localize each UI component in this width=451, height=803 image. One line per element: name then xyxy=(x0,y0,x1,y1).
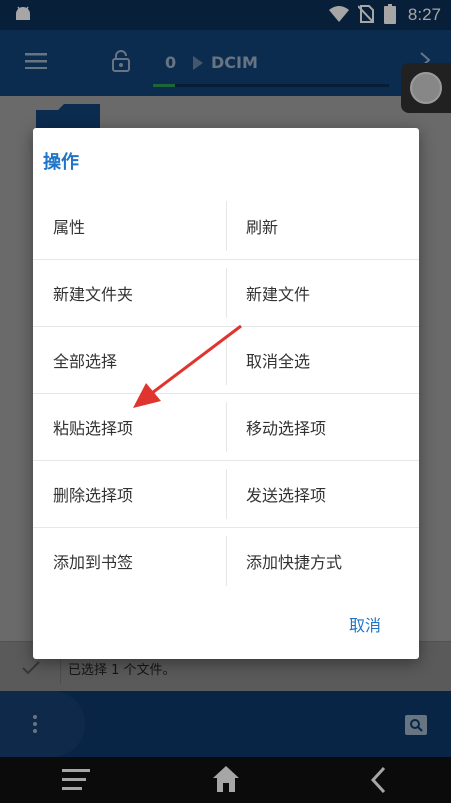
floating-assistive-button[interactable] xyxy=(401,63,451,113)
menu-icon[interactable] xyxy=(25,53,47,73)
actions-row: 属性 刷新 xyxy=(33,193,419,260)
action-paste-selection[interactable]: 粘贴选择项 xyxy=(33,394,226,460)
actions-row: 全部选择 取消全选 xyxy=(33,327,419,394)
wifi-icon xyxy=(329,6,349,26)
action-select-all[interactable]: 全部选择 xyxy=(33,327,226,393)
path-segment-dcim[interactable]: DCIM xyxy=(211,53,258,72)
path-progress xyxy=(153,84,389,87)
android-icon xyxy=(14,6,32,26)
clock-time: 8:27 xyxy=(407,5,441,24)
dialog-title: 操作 xyxy=(43,152,79,173)
more-button[interactable] xyxy=(0,691,85,757)
cancel-button[interactable]: 取消 xyxy=(349,612,381,636)
chevron-right-icon xyxy=(193,55,203,74)
app-bar: 0 DCIM xyxy=(0,30,451,96)
path-count[interactable]: 0 xyxy=(165,53,176,72)
search-icon[interactable] xyxy=(405,715,427,739)
no-sim-icon xyxy=(357,5,375,27)
action-new-folder[interactable]: 新建文件夹 xyxy=(33,260,226,326)
more-vert-icon xyxy=(33,715,37,737)
action-refresh[interactable]: 刷新 xyxy=(226,193,419,259)
battery-icon xyxy=(384,4,396,28)
actions-row: 粘贴选择项 移动选择项 xyxy=(33,394,419,461)
actions-row: 新建文件夹 新建文件 xyxy=(33,260,419,327)
bottom-toolbar xyxy=(0,691,451,757)
status-bar: 8:27 xyxy=(0,0,451,30)
lock-icon[interactable] xyxy=(112,50,130,76)
action-send-selection[interactable]: 发送选择项 xyxy=(226,461,419,527)
action-properties[interactable]: 属性 xyxy=(33,193,226,259)
action-add-shortcut[interactable]: 添加快捷方式 xyxy=(226,528,419,594)
home-icon[interactable] xyxy=(212,765,240,797)
actions-row: 删除选择项 发送选择项 xyxy=(33,461,419,528)
back-icon[interactable] xyxy=(370,766,386,798)
actions-dialog: 操作 属性 刷新 新建文件夹 新建文件 全部选择 取消全选 粘贴选择项 移动选择… xyxy=(33,128,419,659)
action-move-selection[interactable]: 移动选择项 xyxy=(226,394,419,460)
actions-row: 添加到书签 添加快捷方式 xyxy=(33,528,419,594)
nav-menu-icon[interactable] xyxy=(62,769,90,795)
check-icon xyxy=(22,660,40,679)
selection-status-text: 已选择 1 个文件。 xyxy=(68,663,176,678)
action-new-file[interactable]: 新建文件 xyxy=(226,260,419,326)
action-deselect-all[interactable]: 取消全选 xyxy=(226,327,419,393)
system-nav-bar xyxy=(0,757,451,803)
actions-grid: 属性 刷新 新建文件夹 新建文件 全部选择 取消全选 粘贴选择项 移动选择项 删… xyxy=(33,193,419,594)
action-delete-selection[interactable]: 删除选择项 xyxy=(33,461,226,527)
action-add-bookmark[interactable]: 添加到书签 xyxy=(33,528,226,594)
